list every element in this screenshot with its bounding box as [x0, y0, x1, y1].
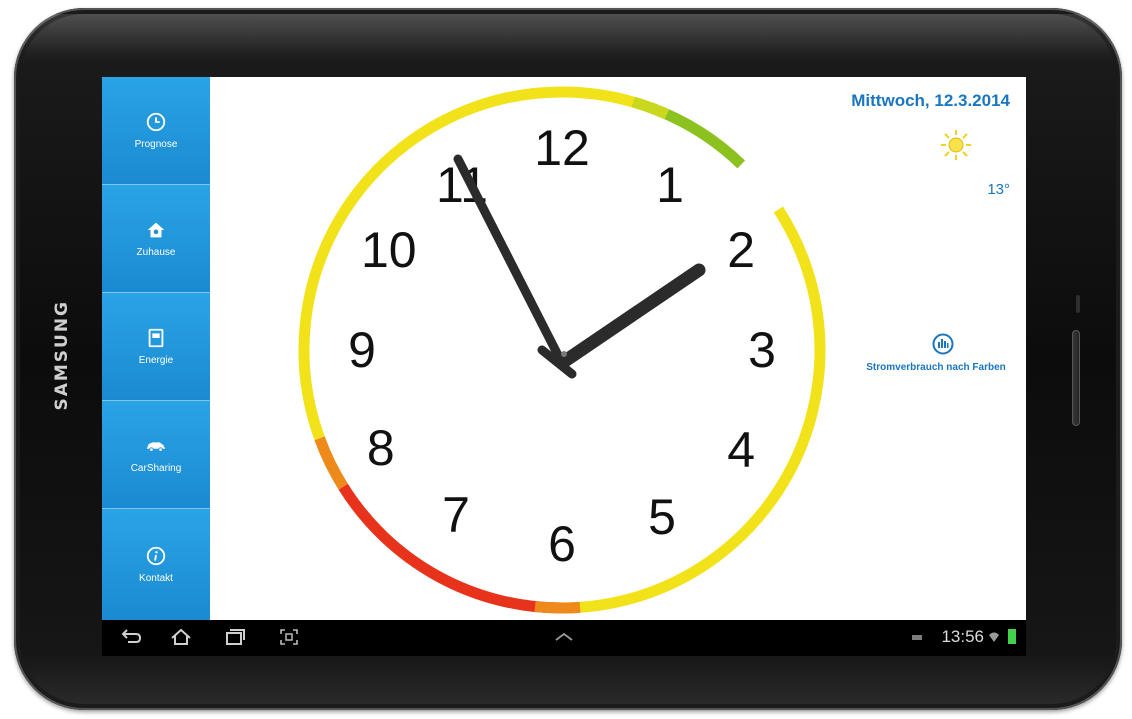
clock-numeral-6: 6	[548, 516, 576, 572]
sidebar-item-kontakt[interactable]: Kontakt	[102, 509, 210, 620]
device-sensor	[1076, 295, 1080, 313]
clock-icon	[146, 112, 166, 132]
clock-numeral-7: 7	[442, 487, 470, 543]
sun-icon	[941, 130, 971, 160]
clock-numeral-10: 10	[361, 222, 417, 278]
sidebar-item-label: Prognose	[134, 139, 178, 150]
notification-icon	[912, 635, 922, 640]
date-label: Mittwoch, 12.3.2014	[851, 91, 1010, 110]
clock-numeral-2: 2	[727, 222, 755, 278]
clock-numeral-4: 4	[727, 422, 755, 478]
screenshot-icon[interactable]	[278, 628, 300, 646]
device-home-key	[1072, 330, 1080, 426]
sidebar-item-zuhause[interactable]: Zuhause	[102, 185, 210, 293]
ring-segment-lime	[631, 96, 670, 120]
car-icon	[146, 442, 166, 452]
temperature: 13°	[987, 181, 1010, 198]
clock-numeral-3: 3	[748, 322, 776, 378]
info-icon	[146, 546, 166, 566]
status-time: 13:56	[941, 627, 984, 646]
sidebar-item-label: CarSharing	[130, 463, 182, 474]
clock-numeral-1: 1	[656, 157, 684, 213]
sidebar-item-carsharing[interactable]: CarSharing	[102, 401, 210, 509]
meter-icon	[148, 328, 164, 348]
android-nav-bar: 13:56	[102, 620, 1026, 656]
app-screen: Prognose Zuhause Energie CarSharing Kont…	[102, 77, 1026, 620]
chevron-up-icon[interactable]	[553, 628, 575, 646]
sidebar: Prognose Zuhause Energie CarSharing Kont…	[102, 77, 210, 620]
hour-hand	[555, 263, 706, 370]
sidebar-item-label: Energie	[138, 355, 174, 366]
clock-numeral-9: 9	[348, 322, 376, 378]
legend-label[interactable]: Stromverbrauch nach Farben	[861, 362, 1011, 373]
clock-numeral-8: 8	[367, 420, 395, 476]
consumption-bars-icon[interactable]	[932, 333, 954, 355]
ring-segment-orange-bottom	[534, 601, 581, 614]
clock-center	[561, 351, 567, 357]
energy-clock: 121234567891011	[298, 86, 826, 614]
house-icon	[147, 222, 165, 238]
home-icon[interactable]	[170, 628, 192, 646]
ring-segment-orange	[314, 436, 348, 490]
minute-hand	[453, 154, 567, 368]
recent-apps-icon[interactable]	[224, 628, 246, 646]
back-icon[interactable]	[120, 628, 142, 646]
ring-segment-yellow-left	[298, 86, 563, 441]
battery-icon	[1008, 629, 1016, 644]
sidebar-item-label: Kontakt	[139, 573, 173, 584]
clock-numeral-12: 12	[534, 120, 590, 176]
device-brand: SAMSUNG	[52, 300, 72, 411]
sidebar-item-prognose[interactable]: Prognose	[102, 77, 210, 185]
sidebar-item-label: Zuhause	[136, 247, 176, 258]
clock-numerals: 121234567891011	[348, 120, 776, 572]
wifi-icon	[989, 632, 999, 642]
sidebar-item-energie[interactable]: Energie	[102, 293, 210, 401]
clock-numeral-5: 5	[648, 489, 676, 545]
